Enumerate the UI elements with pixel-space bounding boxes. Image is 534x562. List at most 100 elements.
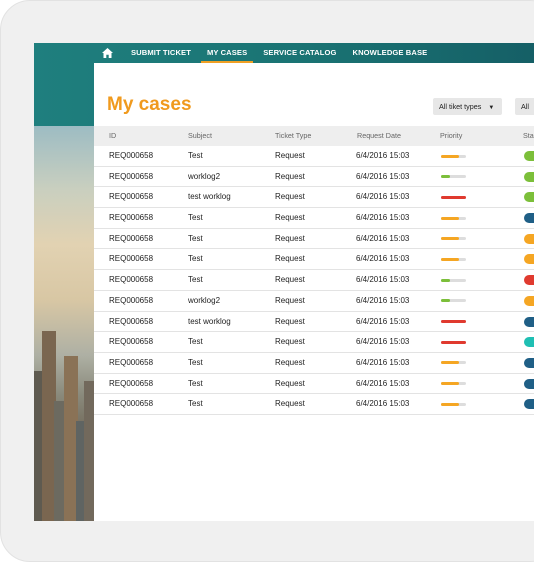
priority-bar <box>441 382 466 386</box>
cell-ticket-type: Request <box>275 316 305 326</box>
cell-id: REQ000658 <box>109 337 154 347</box>
cell-request-date: 6/4/2016 15:03 <box>356 192 410 202</box>
status-badge <box>524 192 534 203</box>
nav-knowledge-base[interactable]: KNOWLEDGE BASE <box>345 43 436 63</box>
page-title: My cases <box>107 94 192 115</box>
cases-table-body: REQ000658 Test Request 6/4/2016 15:03 REQ000… <box>94 146 534 415</box>
table-row[interactable]: REQ000658 Test Request 6/4/2016 15:03 <box>94 229 534 250</box>
cell-request-date: 6/4/2016 15:03 <box>356 378 410 388</box>
table-row[interactable]: REQ000658 test worklog Request 6/4/2016 15:… <box>94 187 534 209</box>
cell-ticket-type: Request <box>275 275 305 285</box>
status-badge <box>524 254 534 265</box>
priority-bar <box>441 237 466 241</box>
cell-id: REQ000658 <box>109 151 154 160</box>
cell-request-date: 6/4/2016 15:03 <box>356 275 410 285</box>
nav-service-catalog[interactable]: SERVICE CATALOG <box>255 43 344 63</box>
priority-bar-fill <box>441 175 450 179</box>
cell-id: REQ000658 <box>109 357 154 367</box>
table-row[interactable]: REQ000658 worklog2 Request 6/4/2016 15:03 <box>94 167 534 188</box>
cell-subject: Test <box>188 151 203 160</box>
priority-bar-fill <box>441 299 450 303</box>
column-header-id[interactable]: ID <box>109 126 116 146</box>
cell-subject: Test <box>188 378 203 388</box>
top-navigation: SUBMIT TICKET MY CASES SERVICE CATALOG K… <box>34 43 534 63</box>
table-row[interactable]: REQ000658 Test Request 6/4/2016 15:03 <box>94 332 534 353</box>
column-header-request-date[interactable]: Request Date <box>357 126 401 146</box>
status-badge <box>524 357 534 368</box>
column-header-priority[interactable]: Priority <box>440 126 462 146</box>
priority-bar <box>441 195 466 199</box>
cell-request-date: 6/4/2016 15:03 <box>356 233 410 243</box>
cell-subject: Test <box>188 399 203 409</box>
status-badge <box>524 213 534 224</box>
column-header-subject[interactable]: Subject <box>188 126 212 146</box>
cell-ticket-type: Request <box>275 171 305 181</box>
ticket-type-filter[interactable]: All tiket types ▼ <box>433 98 503 115</box>
status-badge <box>524 337 534 348</box>
status-badge <box>524 316 534 327</box>
priority-bar <box>441 216 466 220</box>
column-header-ticket-type[interactable]: Ticket Type <box>275 126 311 146</box>
priority-bar-fill <box>441 154 459 158</box>
table-row[interactable]: REQ000658 Test Request 6/4/2016 15:03 <box>94 394 534 415</box>
cell-subject: Test <box>188 233 203 243</box>
cell-id: REQ000658 <box>109 295 154 305</box>
cell-id: REQ000658 <box>109 378 154 388</box>
cell-id: REQ000658 <box>109 192 154 202</box>
cell-id: REQ000658 <box>109 233 154 243</box>
cell-subject: Test <box>188 254 203 264</box>
main-panel: My cases All tiket types ▼ All ID Subject… <box>94 63 534 521</box>
cell-request-date: 6/4/2016 15:03 <box>356 337 410 347</box>
status-badge <box>524 233 534 244</box>
priority-bar <box>441 402 466 406</box>
table-row[interactable]: REQ000658 Test Request 6/4/2016 15:03 <box>94 353 534 374</box>
cell-id: REQ000658 <box>109 316 154 326</box>
priority-bar-fill <box>441 195 466 199</box>
cell-request-date: 6/4/2016 15:03 <box>356 295 410 305</box>
cell-id: REQ000658 <box>109 399 154 409</box>
column-header-status[interactable]: Sta <box>523 126 534 146</box>
cell-id: REQ000658 <box>109 254 154 264</box>
cell-subject: test worklog <box>188 316 231 326</box>
cell-request-date: 6/4/2016 15:03 <box>356 151 410 160</box>
priority-bar <box>441 361 466 365</box>
cell-subject: Test <box>188 275 203 285</box>
priority-bar-fill <box>441 257 459 261</box>
priority-bar <box>441 278 466 282</box>
status-badge <box>524 378 534 389</box>
status-badge <box>524 399 534 410</box>
cell-ticket-type: Request <box>275 378 305 388</box>
table-row[interactable]: REQ000658 worklog2 Request 6/4/2016 15:03 <box>94 291 534 312</box>
nav-my-cases[interactable]: MY CASES <box>199 43 255 63</box>
priority-bar-fill <box>441 278 450 282</box>
priority-bar-fill <box>441 340 466 344</box>
cell-request-date: 6/4/2016 15:03 <box>356 316 410 326</box>
status-filter[interactable]: All <box>515 98 534 115</box>
cell-ticket-type: Request <box>275 295 305 305</box>
cell-ticket-type: Request <box>275 357 305 367</box>
home-icon[interactable] <box>97 43 117 63</box>
cell-subject: worklog2 <box>188 171 221 181</box>
cell-id: REQ000658 <box>109 171 154 181</box>
cell-request-date: 6/4/2016 15:03 <box>356 171 410 181</box>
table-row[interactable]: REQ000658 Test Request 6/4/2016 15:03 <box>94 208 534 229</box>
priority-bar <box>441 320 466 323</box>
cell-ticket-type: Request <box>275 213 305 223</box>
table-row[interactable]: REQ000658 Test Request 6/4/2016 15:03 <box>94 146 534 167</box>
cell-request-date: 6/4/2016 15:03 <box>356 254 410 264</box>
priority-bar <box>441 299 466 303</box>
city-skyline-image <box>34 126 94 521</box>
status-badge <box>524 295 534 306</box>
status-badge <box>524 171 534 182</box>
status-badge <box>524 275 534 286</box>
nav-submit-ticket[interactable]: SUBMIT TICKET <box>123 43 199 63</box>
table-row[interactable]: REQ000658 Test Request 6/4/2016 15:03 <box>94 249 534 271</box>
table-row[interactable]: REQ000658 Test Request 6/4/2016 15:03 <box>94 270 534 291</box>
app-screen: SUBMIT TICKET MY CASES SERVICE CATALOG K… <box>34 43 534 521</box>
cell-request-date: 6/4/2016 15:03 <box>356 399 410 409</box>
table-row[interactable]: REQ000658 Test Request 6/4/2016 15:03 <box>94 374 534 395</box>
priority-bar <box>441 154 466 158</box>
status-filter-label: All <box>521 102 529 111</box>
table-row[interactable]: REQ000658 test worklog Request 6/4/2016 15:… <box>94 312 534 333</box>
priority-bar <box>441 257 466 261</box>
